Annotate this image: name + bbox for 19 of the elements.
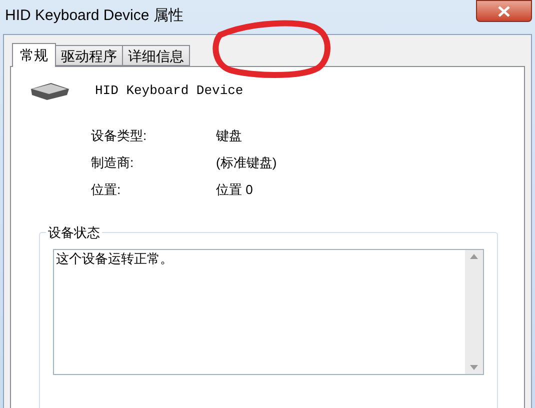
scroll-up-icon xyxy=(470,254,478,259)
property-label: 设备类型: xyxy=(91,126,148,145)
property-label: 制造商: xyxy=(91,154,135,172)
status-text-field[interactable]: 这个设备运转正常。 xyxy=(53,249,484,375)
scroll-down-icon xyxy=(470,365,478,370)
tab[interactable]: 常规 xyxy=(12,43,56,67)
scrollbar[interactable] xyxy=(465,250,483,374)
tab[interactable]: 驱动程序 xyxy=(56,45,123,66)
property-label: 位置: xyxy=(91,180,122,199)
tab[interactable]: 详细信息 xyxy=(123,45,190,66)
status-text: 这个设备运转正常。 xyxy=(55,250,174,268)
property-value: (标准键盘) xyxy=(216,154,277,172)
close-button[interactable] xyxy=(476,0,532,22)
property-value: 键盘 xyxy=(216,126,242,145)
keyboard-icon xyxy=(29,81,71,101)
close-icon xyxy=(498,6,510,16)
device-name: HID Keyboard Device xyxy=(95,82,244,100)
window-title: HID Keyboard Device 属性 xyxy=(5,6,184,26)
property-value: 位置 0 xyxy=(216,180,253,199)
